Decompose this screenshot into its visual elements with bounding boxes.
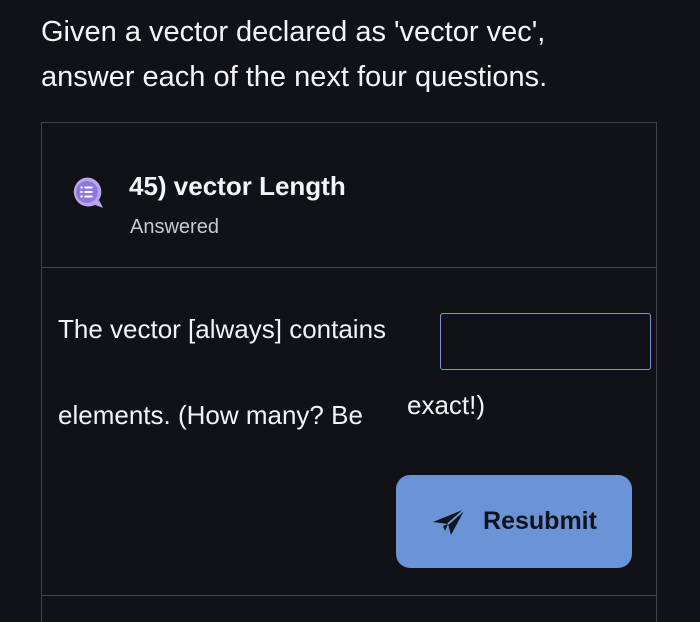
question-list-icon xyxy=(73,177,104,208)
resubmit-label: Resubmit xyxy=(483,507,597,535)
question-card: 45) vector Length Answered The vector [a… xyxy=(41,122,657,622)
instructions-line-1: Given a vector declared as 'vector vec', xyxy=(41,16,546,48)
resubmit-button[interactable]: Resubmit xyxy=(396,475,632,568)
answer-input[interactable] xyxy=(440,313,651,370)
question-status: Answered xyxy=(130,216,219,238)
divider xyxy=(42,595,656,596)
question-title: 45) vector Length xyxy=(129,171,346,201)
question-text-after: elements. (How many? Be xyxy=(58,400,363,430)
paper-plane-icon xyxy=(433,507,466,535)
instructions-text: Given a vector declared as 'vector vec',… xyxy=(41,10,661,100)
question-body: The vector [always] contains elements. (… xyxy=(42,268,656,598)
instructions-line-2: answer each of the next four questions. xyxy=(41,61,548,93)
question-header: 45) vector Length Answered xyxy=(42,123,656,268)
question-text-before: The vector [always] contains xyxy=(58,314,387,344)
question-text-after-tail: exact!) xyxy=(407,390,486,420)
